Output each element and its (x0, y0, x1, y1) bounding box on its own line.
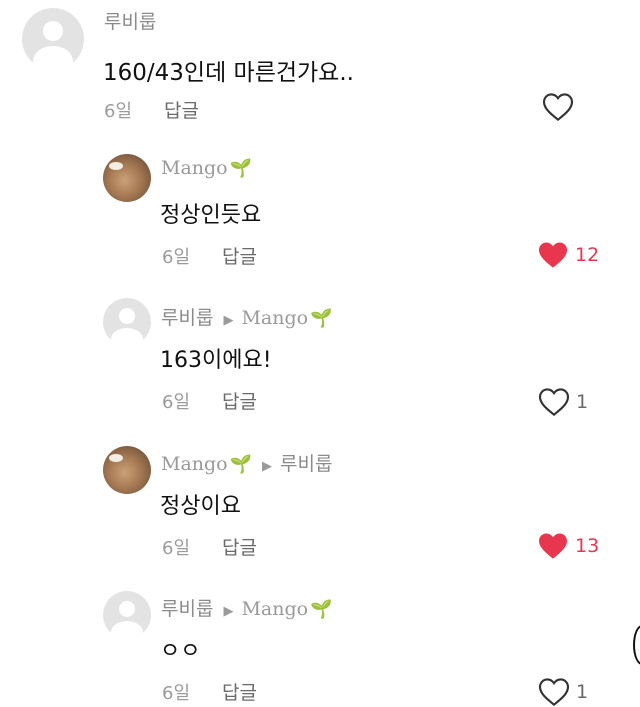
like-count: 1 (576, 391, 589, 413)
like-count: 1 (576, 681, 589, 703)
comment-author[interactable]: 루비룹 ▶ Mango 🌱 (161, 303, 333, 330)
sprout-icon: 🌱 (229, 158, 253, 179)
author-name: 루비룹 (161, 307, 214, 329)
comment-age: 6일 (104, 101, 133, 122)
comment-age: 6일 (162, 683, 191, 704)
reply-item: 루비룹 ▶ Mango 🌱 163이에요! 6일 답글 1 (0, 290, 640, 435)
reply-target: 루비룹 (280, 453, 333, 475)
sprout-icon: 🌱 (310, 308, 333, 329)
heart-icon (539, 533, 567, 559)
reply-item: Mango 🌱 ▶ 루비룹 정상이요 6일 답글 13 (0, 435, 640, 585)
comment-age: 6일 (162, 392, 191, 413)
comment-item: 루비룹 160/43인데 마른건가요.. 6일 답글 (0, 0, 640, 140)
sprout-icon: 🌱 (229, 454, 253, 475)
heart-icon (542, 93, 574, 122)
comment-age: 6일 (162, 538, 191, 559)
avatar[interactable] (22, 8, 84, 70)
comment-text: 정상인듯요 (160, 203, 262, 228)
like-count: 12 (575, 244, 600, 266)
reply-target: Mango (241, 598, 309, 620)
right-triangle-icon: ▶ (223, 604, 234, 619)
comment-author[interactable]: Mango 🌱 ▶ 루비룹 (161, 449, 333, 476)
reply-button[interactable]: 답글 (222, 678, 257, 705)
comment-text: 정상이요 (160, 494, 241, 519)
comment-age: 6일 (162, 247, 191, 268)
author-name: 루비룹 (161, 598, 214, 620)
reply-button[interactable]: 답글 (164, 96, 199, 123)
comment-text: 163이에요! (160, 348, 272, 373)
reply-target: Mango (241, 307, 309, 329)
comment-author[interactable]: Mango 🌱 (161, 157, 252, 179)
right-triangle-icon: ▶ (262, 459, 273, 474)
comment-author[interactable]: 루비룹 ▶ Mango 🌱 (161, 594, 333, 621)
like-button[interactable]: 13 (537, 531, 599, 561)
avatar[interactable] (103, 591, 151, 639)
like-button[interactable] (542, 92, 574, 122)
comment-text: ㅇㅇ (160, 639, 201, 664)
sprout-icon: 🌱 (310, 599, 333, 620)
author-name: Mango (161, 453, 228, 475)
reply-item: Mango 🌱 정상인듯요 6일 답글 12 (0, 140, 640, 290)
reply-button[interactable]: 답글 (222, 387, 257, 414)
avatar[interactable] (103, 298, 151, 346)
heart-icon (538, 678, 570, 707)
like-button[interactable]: 12 (537, 240, 599, 270)
heart-icon (539, 242, 567, 268)
avatar[interactable] (103, 154, 151, 202)
comment-text: 160/43인데 마른건가요.. (103, 60, 354, 86)
heart-icon (538, 388, 570, 417)
comment-author[interactable]: 루비룹 (104, 7, 156, 34)
avatar[interactable] (103, 446, 151, 494)
like-button[interactable]: 1 (538, 677, 588, 707)
reply-button[interactable]: 답글 (222, 242, 257, 269)
like-button[interactable]: 1 (538, 387, 588, 417)
author-name: Mango (161, 157, 228, 179)
reply-item: 루비룹 ▶ Mango 🌱 ㅇㅇ 6일 답글 1 (0, 583, 640, 707)
like-count: 13 (575, 535, 600, 557)
reply-button[interactable]: 답글 (222, 533, 257, 560)
right-triangle-icon: ▶ (223, 313, 234, 328)
